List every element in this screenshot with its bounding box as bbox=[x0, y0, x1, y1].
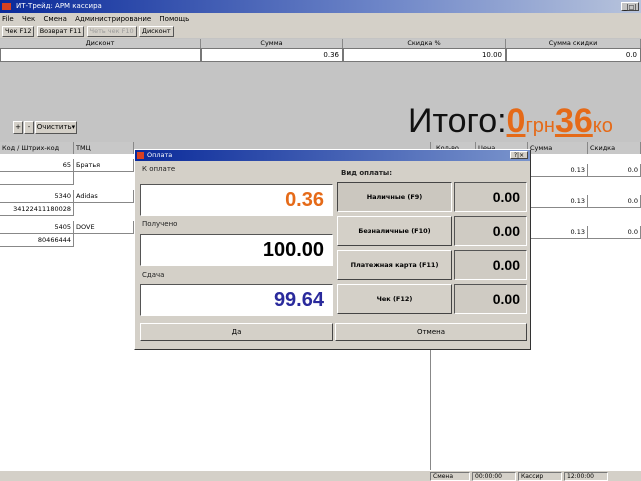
status-shift: Смена bbox=[430, 472, 470, 481]
change-label: Сдача bbox=[142, 271, 165, 279]
total-kop-unit: ко bbox=[592, 115, 613, 137]
menu-bar: File Чек Смена Администрирование Помощь bbox=[0, 13, 641, 25]
row-1-item[interactable]: Братья bbox=[74, 159, 134, 172]
table-discount-header: Скидка bbox=[588, 142, 641, 154]
code-header: Код / Штрих-код bbox=[0, 142, 74, 154]
row-2-barcode[interactable]: 34122411180028 bbox=[0, 203, 74, 216]
total-label: Итого: bbox=[408, 102, 507, 140]
window-titlebar: ИТ-Трейд: АРМ кассира _|□|× bbox=[0, 0, 641, 20]
card-value[interactable]: 0.00 bbox=[454, 250, 527, 280]
check-button[interactable]: Чек (F12) bbox=[337, 284, 452, 314]
change-amount: 99.64 bbox=[140, 284, 333, 316]
menu-file[interactable]: File bbox=[2, 15, 14, 23]
return-button[interactable]: Возврат F11 bbox=[36, 26, 85, 37]
row-3-item[interactable]: DOVE bbox=[74, 221, 134, 234]
menu-admin[interactable]: Администрирование bbox=[75, 15, 151, 23]
table-sum-header: Сумма bbox=[528, 142, 588, 154]
row-1-code[interactable]: 65 bbox=[0, 159, 74, 172]
menu-shift[interactable]: Смена bbox=[44, 15, 67, 23]
discount-header: Дисконт bbox=[0, 39, 201, 48]
menu-help[interactable]: Помощь bbox=[159, 15, 189, 23]
cashless-button[interactable]: Безналичные (F10) bbox=[337, 216, 452, 246]
discount-sum-header: Сумма скидки bbox=[506, 39, 641, 48]
received-label: Получено bbox=[142, 220, 178, 228]
total-uah-unit: грн bbox=[525, 115, 555, 137]
row-1-barcode[interactable] bbox=[0, 172, 74, 185]
percent-header: Скидка % bbox=[343, 39, 506, 48]
plus-button[interactable]: + bbox=[13, 121, 23, 134]
cash-button[interactable]: Наличные (F9) bbox=[337, 182, 452, 212]
clear-button[interactable]: Очистить▾ bbox=[35, 121, 77, 134]
sum-header: Сумма bbox=[201, 39, 343, 48]
discount-sum-value: 0.0 bbox=[506, 48, 641, 62]
dialog-close-button[interactable]: ?|× bbox=[510, 151, 528, 159]
window-controls[interactable]: _|□|× bbox=[621, 2, 639, 20]
status-clock: 12:00:00 bbox=[564, 472, 608, 481]
dialog-titlebar: Оплата ?|× bbox=[135, 150, 530, 161]
item-header: ТМЦ bbox=[74, 142, 134, 154]
dialog-app-icon bbox=[137, 152, 144, 159]
row-3-barcode[interactable]: 80466444 bbox=[0, 234, 74, 247]
read-receipt-button[interactable]: Четь чек F10 bbox=[86, 26, 137, 37]
card-button[interactable]: Платежная карта (F11) bbox=[337, 250, 452, 280]
cash-value[interactable]: 0.00 bbox=[454, 182, 527, 212]
discount-value[interactable] bbox=[0, 48, 201, 62]
toolbar: Чек F12 Возврат F11 Четь чек F10 Дисконт bbox=[0, 25, 641, 38]
dialog-title: Оплата bbox=[147, 151, 173, 159]
row-3-sum[interactable]: 0.13 bbox=[528, 226, 588, 239]
total-uah: 0 bbox=[506, 102, 526, 140]
minus-button[interactable]: - bbox=[24, 121, 34, 134]
check-value[interactable]: 0.00 bbox=[454, 284, 527, 314]
total-kop: 36 bbox=[554, 102, 593, 140]
row-2-discount[interactable]: 0.0 bbox=[588, 195, 641, 208]
total-display: Итого:0грн36ко bbox=[408, 103, 613, 144]
ok-button[interactable]: Да bbox=[140, 323, 333, 341]
row-2-code[interactable]: 5340 bbox=[0, 190, 74, 203]
row-3-code[interactable]: 5405 bbox=[0, 221, 74, 234]
app-icon bbox=[2, 3, 11, 10]
status-shift-time: 00:00:00 bbox=[472, 472, 516, 481]
discount-button[interactable]: Дисконт bbox=[138, 26, 174, 37]
receipt-button[interactable]: Чек F12 bbox=[2, 26, 35, 37]
dropdown-arrow-icon: ▾ bbox=[71, 123, 76, 131]
row-3-discount[interactable]: 0.0 bbox=[588, 226, 641, 239]
percent-value[interactable]: 10.00 bbox=[343, 48, 506, 62]
row-2-sum[interactable]: 0.13 bbox=[528, 195, 588, 208]
row-2-item[interactable]: Adidas bbox=[74, 190, 134, 203]
clear-label: Очистить bbox=[36, 123, 72, 131]
to-pay-amount: 0.36 bbox=[140, 184, 333, 216]
row-1-sum[interactable]: 0.13 bbox=[528, 164, 588, 177]
window-title: ИТ-Трейд: АРМ кассира bbox=[16, 2, 102, 10]
menu-receipt[interactable]: Чек bbox=[22, 15, 35, 23]
payment-dialog: Оплата ?|× К оплате 0.36 Получено 100.00… bbox=[134, 149, 531, 350]
cashless-value[interactable]: 0.00 bbox=[454, 216, 527, 246]
payment-type-label: Вид оплаты: bbox=[341, 169, 393, 177]
to-pay-label: К оплате bbox=[142, 165, 176, 173]
row-1-discount[interactable]: 0.0 bbox=[588, 164, 641, 177]
status-cashier: Кассир bbox=[518, 472, 562, 481]
received-input[interactable]: 100.00 bbox=[140, 234, 333, 266]
cancel-button[interactable]: Отмена bbox=[335, 323, 527, 341]
sum-value: 0.36 bbox=[201, 48, 343, 62]
